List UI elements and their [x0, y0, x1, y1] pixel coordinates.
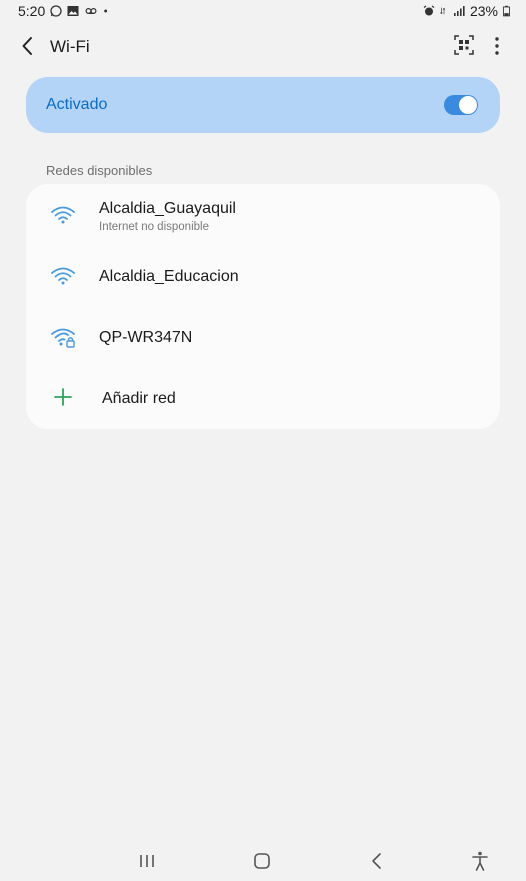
status-left: 5:20: [18, 3, 111, 19]
alarm-icon: [423, 5, 435, 16]
battery-percent: 23%: [469, 3, 498, 19]
wifi-toggle-card[interactable]: Activado: [26, 77, 500, 133]
accessibility-icon[interactable]: [468, 850, 492, 872]
wifi-icon: [51, 267, 75, 285]
add-network-label: Añadir red: [102, 390, 176, 407]
network-name: QP-WR347N: [99, 329, 193, 346]
available-networks-header: Redes disponibles: [46, 163, 153, 178]
network-name: Alcaldia_Educacion: [99, 268, 239, 285]
back-icon[interactable]: [16, 34, 40, 58]
network-status: Internet no disponible: [99, 221, 209, 233]
home-icon[interactable]: [250, 850, 274, 872]
network-name: Alcaldia_Guayaquil: [99, 200, 236, 217]
signal-icon: [453, 6, 465, 16]
network-item-qp-wr347n[interactable]: QP-WR347N: [26, 308, 500, 366]
whatsapp-icon: [50, 5, 62, 17]
network-list: Alcaldia_Guayaquil Internet no disponibl…: [26, 184, 500, 429]
wifi-toggle-label: Activado: [46, 96, 108, 113]
app-bar: Wi-Fi: [0, 28, 526, 66]
more-icon[interactable]: [488, 34, 506, 58]
navigation-bar: [0, 840, 526, 880]
status-right: 23%: [423, 3, 510, 19]
status-bar: 5:20 23%: [0, 0, 526, 22]
network-item-alcaldia-guayaquil[interactable]: Alcaldia_Guayaquil Internet no disponibl…: [26, 186, 500, 244]
recents-icon[interactable]: [135, 850, 159, 872]
add-network-button[interactable]: Añadir red: [26, 369, 500, 427]
battery-icon: [503, 5, 510, 17]
data-arrows-icon: [440, 7, 446, 15]
wifi-lock-icon: [51, 328, 75, 348]
voicemail-icon: [85, 7, 97, 15]
page-title: Wi-Fi: [50, 37, 90, 56]
back-nav-icon[interactable]: [365, 850, 389, 872]
switch-knob: [459, 96, 477, 114]
plus-icon: [54, 388, 72, 406]
wifi-icon: [51, 206, 75, 224]
wifi-switch[interactable]: [444, 95, 478, 115]
status-time: 5:20: [18, 3, 46, 19]
network-item-alcaldia-educacion[interactable]: Alcaldia_Educacion: [26, 247, 500, 305]
dot-icon: [104, 9, 108, 13]
image-icon: [67, 6, 79, 16]
qr-scan-icon[interactable]: [453, 34, 475, 56]
